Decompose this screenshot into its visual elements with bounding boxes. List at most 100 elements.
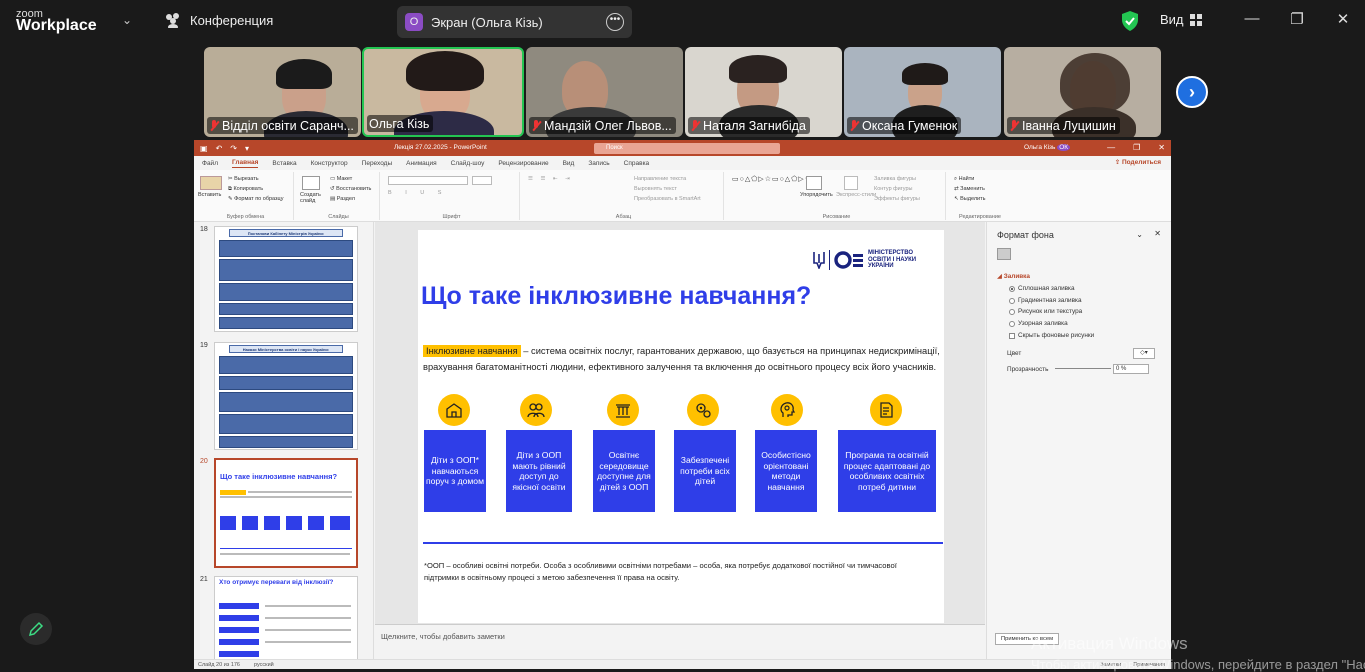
copy-button[interactable]: ⧉ Копировать [228, 186, 263, 193]
tab-transitions[interactable]: Переходы [362, 160, 393, 167]
fill-category-icon[interactable] [997, 248, 1011, 260]
tab-file[interactable]: Файл [202, 160, 218, 167]
view-label: Вид [1160, 12, 1184, 27]
shape-effects-button[interactable]: Эффекты фигуры [874, 196, 920, 202]
solid-fill-radio[interactable]: Сплошная заливка [1009, 285, 1075, 292]
tab-animations[interactable]: Анимация [406, 160, 437, 167]
more-options-icon[interactable]: ••• [606, 13, 624, 31]
ribbon-group-slides: Создать слайд ▭ Макет ↺ Восстановить ▤ Р… [298, 172, 380, 220]
current-slide[interactable]: МІНІСТЕРСТВО ОСВІТИ І НАУКИ УКРАЇНИ Що т… [418, 230, 944, 623]
ppt-maximize-icon[interactable]: ❐ [1133, 143, 1140, 152]
notes-pane[interactable]: Щелкните, чтобы добавить заметки [375, 624, 985, 659]
head-gear-icon [771, 394, 803, 426]
color-picker-button[interactable]: ◇▾ [1133, 348, 1155, 359]
participant-tile[interactable]: Мандзій Олег Львов... [526, 47, 683, 137]
font-name-select[interactable] [388, 176, 468, 185]
redo-icon[interactable]: ↷ [230, 144, 237, 153]
smartart-button[interactable]: Преобразовать в SmartArt [634, 196, 701, 202]
school-icon [438, 394, 470, 426]
zoom-logo: zoom Workplace [16, 8, 97, 34]
minimize-button[interactable]: — [1242, 10, 1262, 27]
participant-tile-active[interactable]: Ольга Кізь [362, 47, 524, 137]
participant-tile[interactable]: Оксана Гуменюк [844, 47, 1001, 137]
tab-view[interactable]: Вид [563, 160, 575, 167]
paste-icon [200, 176, 222, 190]
transparency-slider[interactable] [1055, 368, 1111, 369]
cut-button[interactable]: ✂ Вырезать [228, 176, 259, 182]
tab-review[interactable]: Рецензирование [498, 160, 548, 167]
reset-button[interactable]: ↺ Восстановить [330, 186, 371, 192]
customize-qa-icon[interactable]: ▾ [245, 144, 249, 153]
trident-icon [813, 252, 825, 269]
next-page-button[interactable]: › [1176, 76, 1208, 108]
format-painter-button[interactable]: ✎ Формат по образцу [228, 196, 283, 202]
fill-section-header[interactable]: ◢ Заливка [997, 272, 1030, 280]
view-button[interactable]: Вид [1160, 12, 1202, 27]
font-style-buttons[interactable]: B I U S [388, 190, 447, 196]
participant-tile[interactable]: Наталя Загнибіда [685, 47, 842, 137]
ministry-logo: МІНІСТЕРСТВО ОСВІТИ І НАУКИ УКРАЇНИ [813, 250, 928, 270]
shape-fill-button[interactable]: Заливка фигуры [874, 176, 916, 182]
pane-options-chevron-icon[interactable]: ⌄ [1136, 230, 1143, 239]
slide-counter: Слайд 20 из 176 [198, 661, 240, 668]
transparency-input[interactable]: 0 % [1113, 364, 1149, 374]
screen-share-indicator[interactable]: О Экран (Ольга Кізь) ••• [397, 6, 632, 38]
shape-outline-button[interactable]: Контур фигуры [874, 186, 912, 192]
shapes-gallery[interactable]: ▭○△⬠▷☆▭○△⬠▷☆ [732, 176, 811, 184]
layout-button[interactable]: ▭ Макет [330, 176, 352, 182]
mic-muted-icon [690, 119, 700, 132]
paste-button[interactable]: Вставить [198, 192, 221, 198]
slide-editing-area: МІНІСТЕРСТВО ОСВІТИ І НАУКИ УКРАЇНИ Що т… [375, 222, 985, 659]
close-button[interactable]: ✕ [1333, 10, 1353, 28]
ppt-titlebar: ▣ ↶ ↷ ▾ Лекція 27.02.2025 - PowerPoint Поис… [194, 140, 1171, 156]
select-button[interactable]: ↖ Выделить [954, 196, 986, 202]
ppt-minimize-icon[interactable]: — [1107, 143, 1115, 152]
find-button[interactable]: ⌕ Найти [954, 176, 974, 183]
pencil-icon [28, 621, 44, 637]
slide-thumbnail-selected[interactable]: Що таке інклюзивне навчання? [214, 458, 358, 568]
pane-close-icon[interactable]: ✕ [1154, 229, 1161, 238]
tab-insert[interactable]: Вставка [272, 160, 296, 167]
arrange-icon [806, 176, 822, 190]
format-pane-title: Формат фона [997, 230, 1054, 240]
ppt-search-input[interactable]: Поиск [594, 143, 780, 154]
gradient-fill-radio[interactable]: Градиентная заливка [1009, 297, 1082, 304]
chevron-down-icon[interactable]: ⌄ [122, 13, 132, 27]
participant-tile[interactable]: Відділ освіти Саранч... [204, 47, 361, 137]
maximize-button[interactable]: ❐ [1287, 10, 1307, 28]
ppt-share-button[interactable]: ⇪ Поделиться [1115, 158, 1161, 166]
pattern-fill-radio[interactable]: Узорная заливка [1009, 320, 1068, 327]
slide-thumbnail[interactable]: Постанови Кабінету Міністрів України: [214, 226, 358, 332]
arrange-button[interactable]: Упорядочить [800, 192, 833, 198]
annotate-button[interactable] [20, 613, 52, 645]
mic-muted-icon [531, 119, 541, 132]
picture-fill-radio[interactable]: Рисунок или текстура [1009, 308, 1082, 315]
list-buttons[interactable]: ☰ ☰ ⇤ ⇥ [528, 176, 573, 182]
quick-styles-button[interactable]: Экспресс-стили [836, 192, 876, 198]
participant-tile[interactable]: Іванна Луцишин [1004, 47, 1161, 137]
undo-icon[interactable]: ↶ [216, 144, 223, 153]
security-shield-icon[interactable] [1120, 10, 1140, 32]
slide-thumbnail[interactable]: Накази Міністерства освіти і науки Украї… [214, 342, 358, 450]
tab-slideshow[interactable]: Слайд-шоу [451, 160, 485, 167]
text-direction-button[interactable]: Направление текста [634, 176, 686, 182]
mon-logo-icon [834, 251, 863, 269]
new-slide-button[interactable]: Создать слайд [300, 192, 326, 204]
font-size-select[interactable] [472, 176, 492, 185]
conference-menu[interactable]: Конференция [164, 12, 273, 28]
save-icon[interactable]: ▣ [200, 144, 208, 153]
ppt-user[interactable]: Ольга Кізь ОК [1024, 144, 1071, 151]
replace-button[interactable]: ⇄ Заменить [954, 186, 985, 192]
slide-thumbnail[interactable]: Хто отримує переваги від інклюзії? [214, 576, 358, 659]
shared-screen-powerpoint: ▣ ↶ ↷ ▾ Лекція 27.02.2025 - PowerPoint Поис… [194, 140, 1171, 669]
ppt-close-icon[interactable]: ✕ [1158, 143, 1165, 152]
language-indicator[interactable]: русский [254, 662, 274, 668]
mic-muted-icon [849, 119, 859, 132]
tab-home[interactable]: Главная [231, 159, 259, 168]
align-text-button[interactable]: Выровнять текст [634, 186, 677, 192]
tab-design[interactable]: Конструктор [311, 160, 348, 167]
hide-background-checkbox[interactable]: Скрыть фоновые рисунки [1009, 332, 1094, 339]
tab-help[interactable]: Справка [624, 160, 650, 167]
tab-record[interactable]: Запись [588, 160, 609, 167]
section-button[interactable]: ▤ Раздел [330, 196, 355, 202]
